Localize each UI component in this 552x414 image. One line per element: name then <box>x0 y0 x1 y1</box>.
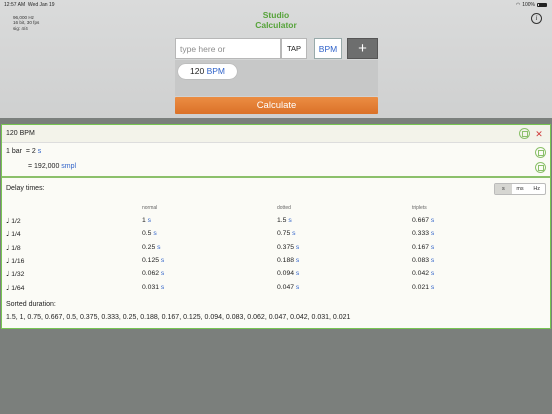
note-label: ♩ 1/2 <box>6 217 21 225</box>
music-note-icon: ♩ <box>6 256 10 265</box>
table-row: ♩ 1/64 0.031 s 0.047 s 0.021 s <box>2 284 550 297</box>
cell-triplets[interactable]: 0.667 s <box>412 217 434 224</box>
table-row: ♩ 1/2 1 s 1.5 s 0.667 s <box>2 217 550 230</box>
header-panel: 96,000 Hz 16 bit, 30 fps sig: 4/4 Studio… <box>0 0 552 118</box>
music-note-icon: ♩ <box>6 283 10 292</box>
copy-icon[interactable] <box>519 128 530 139</box>
cell-normal[interactable]: 0.25 s <box>142 244 161 251</box>
note-label: ♩ 1/4 <box>6 230 21 239</box>
sorted-values: 1.5, 1, 0.75, 0.667, 0.5, 0.375, 0.333, … <box>6 314 351 321</box>
status-bar: 12:57 AM Wed Jan 19 ◠ 100% <box>0 0 552 9</box>
table-row: ♩ 1/32 0.062 s 0.094 s 0.042 s <box>2 270 550 283</box>
segment-hz[interactable]: Hz <box>528 184 545 194</box>
add-button[interactable]: + <box>347 38 378 59</box>
cell-normal[interactable]: 0.5 s <box>142 230 157 237</box>
table-row: ♩ 1/4 0.5 s 0.75 s 0.333 s <box>2 230 550 243</box>
app-title-line2: Calculator <box>255 19 297 30</box>
sample-value: = 192,000 <box>28 163 60 170</box>
entry-chip[interactable]: 120 BPM <box>178 64 237 79</box>
wifi-icon: ◠ <box>515 2 521 8</box>
column-normal: normal <box>142 205 158 211</box>
note-label: ♩ 1/8 <box>6 243 21 252</box>
entry-unit: BPM <box>206 66 225 76</box>
music-note-icon: ♩ <box>6 230 10 239</box>
result-title: 120 BPM <box>6 130 35 137</box>
table-row: ♩ 1/8 0.25 s 0.375 s 0.167 s <box>2 244 550 257</box>
music-note-icon: ♩ <box>6 217 10 225</box>
segment-s[interactable]: s <box>495 184 512 194</box>
cell-triplets[interactable]: 0.167 s <box>412 244 434 251</box>
table-row: ♩ 1/16 0.125 s 0.188 s 0.083 s <box>2 257 550 270</box>
unit-bpm-button[interactable]: BPM <box>314 38 342 59</box>
bar-value: = 2 <box>25 148 36 155</box>
segment-ms[interactable]: ms <box>512 184 529 194</box>
column-triplets: triplets <box>412 205 427 211</box>
bar-duration-row: 1 bar = 2 s <box>6 148 41 155</box>
input-row: TAP BPM + <box>175 38 378 60</box>
sample-row: = 192,000 smpl <box>28 163 76 170</box>
entry-list: 120 BPM <box>175 60 378 96</box>
value-input[interactable] <box>175 38 281 59</box>
battery-percent: 100% <box>522 2 535 8</box>
bar-label: 1 bar <box>6 148 22 155</box>
cell-dotted[interactable]: 1.5 s <box>277 217 292 224</box>
divider <box>2 176 550 178</box>
copy-bar-icon[interactable] <box>535 147 546 158</box>
result-card: 120 BPM ✕ 1 bar = 2 s = 192,000 smpl Del… <box>1 124 551 329</box>
sorted-title: Sorted duration: <box>6 301 56 308</box>
cell-normal[interactable]: 0.031 s <box>142 284 164 291</box>
calculate-button[interactable]: Calculate <box>175 97 378 114</box>
tap-button[interactable]: TAP <box>281 38 307 59</box>
close-icon[interactable]: ✕ <box>535 130 543 139</box>
cell-dotted[interactable]: 0.375 s <box>277 244 299 251</box>
cell-triplets[interactable]: 0.042 s <box>412 270 434 277</box>
cell-dotted[interactable]: 0.188 s <box>277 257 299 264</box>
status-time-date: 12:57 AM Wed Jan 19 <box>4 2 55 8</box>
delay-title: Delay times: <box>6 185 45 192</box>
sample-unit: smpl <box>61 163 77 170</box>
music-note-icon: ♩ <box>6 243 10 252</box>
cell-triplets[interactable]: 0.333 s <box>412 230 434 237</box>
cell-normal[interactable]: 1 s <box>142 217 151 224</box>
cell-dotted[interactable]: 0.75 s <box>277 230 296 237</box>
status-right: ◠ 100% <box>516 2 547 8</box>
copy-sample-icon[interactable] <box>535 162 546 173</box>
result-header: 120 BPM <box>2 125 550 143</box>
cell-normal[interactable]: 0.125 s <box>142 257 164 264</box>
note-label: ♩ 1/32 <box>6 270 25 279</box>
bar-unit: s <box>37 148 42 155</box>
column-dotted: dotted <box>277 205 291 211</box>
cell-dotted[interactable]: 0.094 s <box>277 270 299 277</box>
battery-icon <box>537 2 547 8</box>
unit-segmented-control: s ms Hz <box>494 183 546 195</box>
cell-triplets[interactable]: 0.021 s <box>412 284 434 291</box>
plus-icon: + <box>358 40 367 57</box>
note-label: ♩ 1/64 <box>6 283 25 292</box>
cell-dotted[interactable]: 0.047 s <box>277 284 299 291</box>
app-title: Studio Calculator <box>0 10 552 30</box>
cell-triplets[interactable]: 0.083 s <box>412 257 434 264</box>
info-icon[interactable]: i <box>531 13 542 24</box>
music-note-icon: ♩ <box>6 270 10 279</box>
note-label: ♩ 1/16 <box>6 256 25 265</box>
entry-value: 120 <box>190 66 205 76</box>
cell-normal[interactable]: 0.062 s <box>142 270 164 277</box>
